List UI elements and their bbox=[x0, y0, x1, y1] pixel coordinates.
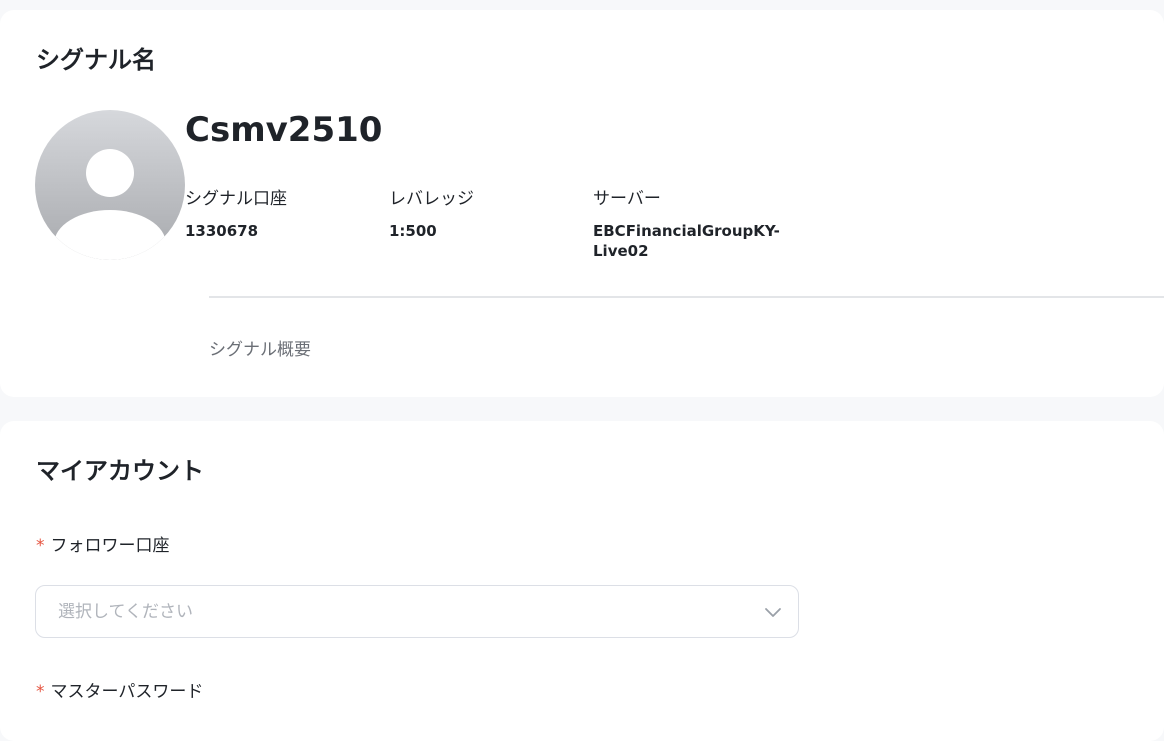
signal-name: Csmv2510 bbox=[185, 110, 383, 150]
follower-account-select[interactable]: 選択してください bbox=[35, 585, 799, 638]
required-mark: * bbox=[36, 682, 45, 702]
master-password-label-text: マスターパスワード bbox=[50, 682, 204, 702]
server-label: サーバー bbox=[593, 189, 661, 209]
section-title-my-account: マイアカウント bbox=[36, 457, 204, 485]
signal-account-value: 1330678 bbox=[185, 222, 259, 240]
my-account-card: マイアカウント * フォロワー口座 選択してください * マスターパスワード bbox=[0, 421, 1164, 741]
required-mark: * bbox=[36, 536, 45, 556]
signal-card: シグナル名 Csmv2510 シグナル口座 1330678 レバレッジ 1:50… bbox=[0, 10, 1164, 397]
server-value-line1: EBCFinancialGroupKY- bbox=[593, 222, 780, 240]
server-info: サーバー EBCFinancialGroupKY- Live02 bbox=[593, 188, 803, 261]
signal-account-label: シグナル口座 bbox=[185, 189, 287, 209]
master-password-label: * マスターパスワード bbox=[36, 681, 203, 703]
signal-summary: シグナル概要 bbox=[209, 340, 311, 360]
user-avatar-icon bbox=[35, 110, 185, 260]
leverage-value: 1:500 bbox=[389, 222, 437, 240]
follower-account-label-text: フォロワー口座 bbox=[50, 536, 170, 556]
follower-account-label: * フォロワー口座 bbox=[36, 535, 170, 557]
leverage-info: レバレッジ 1:500 bbox=[389, 188, 599, 241]
signal-account-info: シグナル口座 1330678 bbox=[185, 188, 395, 241]
divider bbox=[209, 296, 1164, 298]
section-title-signal-name: シグナル名 bbox=[36, 46, 156, 74]
server-value: EBCFinancialGroupKY- Live02 bbox=[593, 221, 803, 261]
leverage-label: レバレッジ bbox=[389, 189, 474, 209]
follower-account-placeholder: 選択してください bbox=[58, 602, 193, 622]
chevron-down-icon bbox=[765, 608, 781, 617]
server-value-line2: Live02 bbox=[593, 242, 649, 260]
